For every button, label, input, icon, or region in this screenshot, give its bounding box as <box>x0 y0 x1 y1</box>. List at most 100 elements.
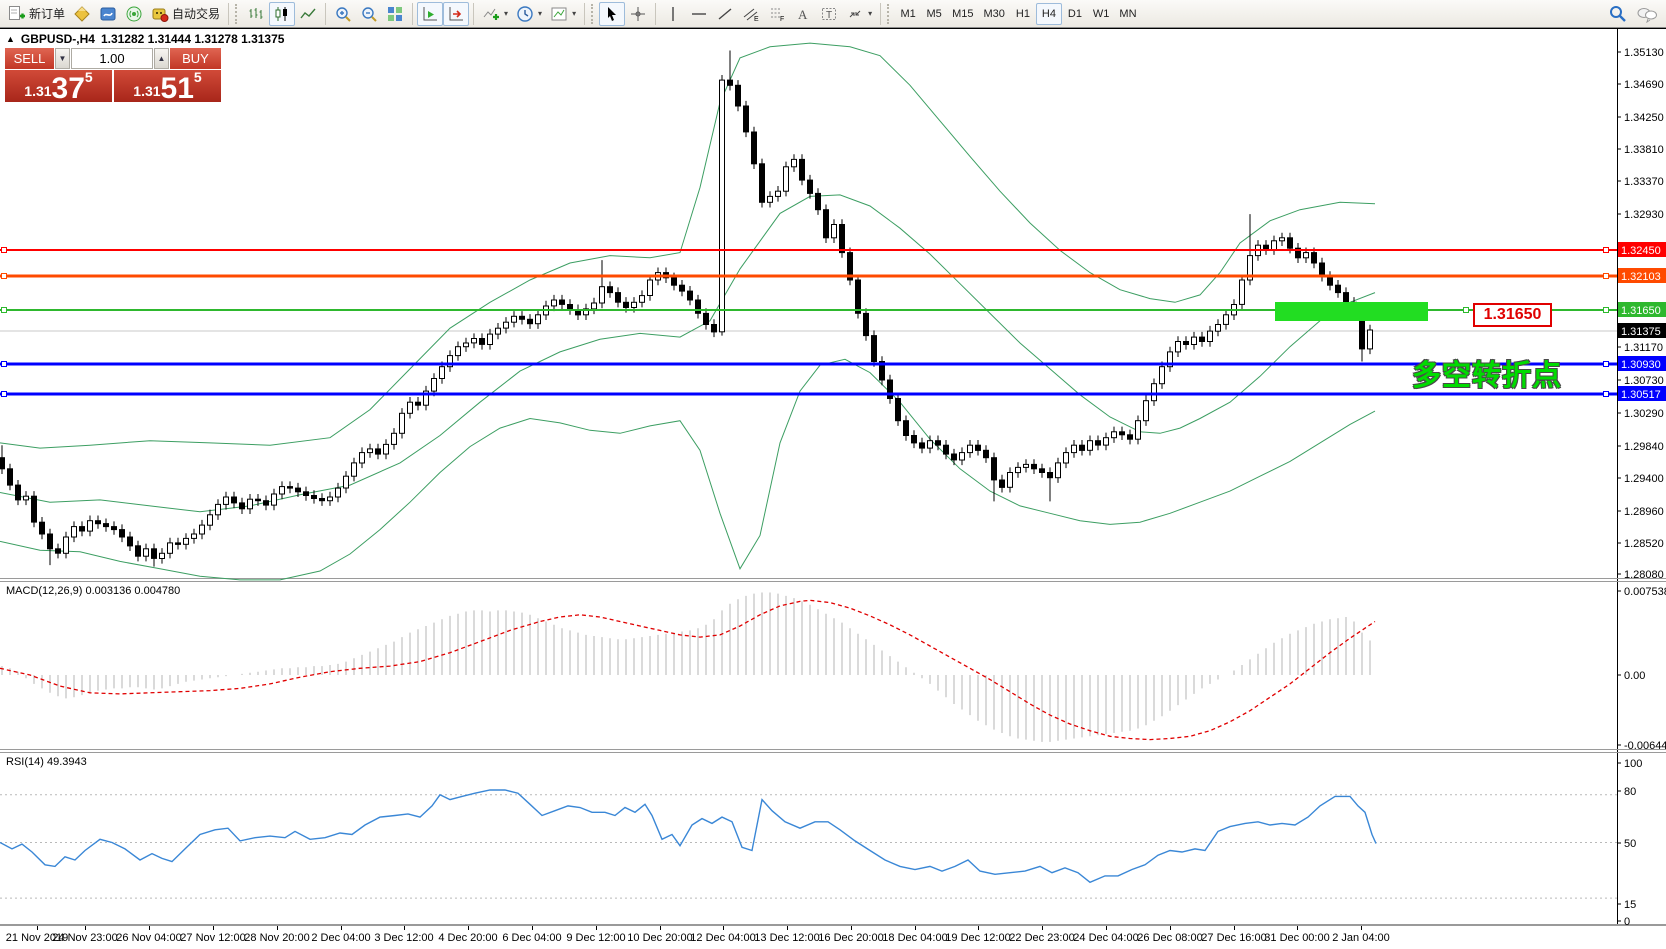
broadcast-button[interactable] <box>121 2 147 26</box>
zoom-out-icon <box>360 5 378 23</box>
signals-button[interactable] <box>95 2 121 26</box>
timeframe-d1-button[interactable]: D1 <box>1062 3 1088 25</box>
channel-button[interactable]: E <box>738 2 764 26</box>
timeframe-h1-button[interactable]: H1 <box>1010 3 1036 25</box>
time-tick <box>915 926 916 930</box>
chevron-down-icon[interactable]: ▾ <box>868 9 872 18</box>
time-tick <box>1361 926 1362 930</box>
bar-chart-button[interactable] <box>243 2 269 26</box>
green-zone-rectangle[interactable] <box>1275 302 1428 321</box>
label-button[interactable]: T <box>816 2 842 26</box>
zoom-in-button[interactable] <box>330 2 356 26</box>
buy-button[interactable]: BUY <box>170 48 221 69</box>
chart-window[interactable]: 1.351301.346901.342501.338101.333701.329… <box>0 28 1666 949</box>
chat-icon <box>1636 5 1658 23</box>
svg-text:15: 15 <box>1624 899 1636 911</box>
crosshair-button[interactable] <box>625 2 651 26</box>
candles-icon <box>273 5 291 23</box>
bollinger-bands <box>0 43 1375 580</box>
cursor-button[interactable] <box>599 2 625 26</box>
text-a-icon: A <box>794 5 812 23</box>
fibo-button[interactable]: F <box>764 2 790 26</box>
time-tick <box>468 926 469 930</box>
macd-panel[interactable]: 0.0075380.00-0.006446 <box>0 586 1666 752</box>
toolbar-drag-handle[interactable] <box>591 4 594 24</box>
time-label: 24 Dec 04:00 <box>1073 932 1138 944</box>
indicators-button[interactable]: ▾ <box>478 2 512 26</box>
collapse-trade-panel-icon[interactable]: ▲ <box>6 34 15 44</box>
volume-input[interactable]: 1.00 <box>71 48 153 69</box>
price-annotation-label[interactable]: 1.31650 <box>1473 303 1552 327</box>
shapes-icon <box>846 5 864 23</box>
toolbar-drag-handle[interactable] <box>887 4 890 24</box>
chevron-down-icon[interactable]: ▾ <box>538 9 542 18</box>
autoscroll-button[interactable] <box>417 2 443 26</box>
toolbar-drag-handle[interactable] <box>235 4 238 24</box>
timeframe-w1-button[interactable]: W1 <box>1088 3 1115 25</box>
chevron-down-icon[interactable]: ▾ <box>504 9 508 18</box>
timeframe-m15-button[interactable]: M15 <box>947 3 978 25</box>
time-axis[interactable]: 21 Nov 201924 Nov 23:0026 Nov 04:0027 No… <box>0 926 1666 949</box>
price-axis[interactable]: 1.351301.346901.342501.338101.333701.329… <box>1617 47 1666 581</box>
zoom-out-button[interactable] <box>356 2 382 26</box>
shift-icon <box>447 5 465 23</box>
sell-button[interactable]: SELL <box>5 48 54 69</box>
toolbar-separator <box>473 3 474 25</box>
time-label: 12 Dec 04:00 <box>690 932 755 944</box>
time-label: 2 Dec 04:00 <box>311 932 370 944</box>
line-chart-button[interactable] <box>295 2 321 26</box>
shapes-button[interactable]: ▾ <box>842 2 876 26</box>
search-button[interactable] <box>1604 2 1632 26</box>
buy-price-button[interactable]: 1.31 51 5 <box>114 70 221 102</box>
timeframe-mn-button[interactable]: MN <box>1114 3 1141 25</box>
line-icon <box>299 5 317 23</box>
autotrade-button[interactable]: 自动交易 <box>147 2 224 26</box>
periods-button[interactable]: ▾ <box>512 2 546 26</box>
new-order-button[interactable]: 新订单 <box>4 2 69 26</box>
market-button[interactable] <box>69 2 95 26</box>
svg-text:1.28520: 1.28520 <box>1624 538 1664 550</box>
ohlc-values-label: 1.31282 1.31444 1.31278 1.31375 <box>101 32 285 46</box>
hline-1.30517[interactable] <box>0 392 1617 397</box>
hline-1.3093[interactable] <box>0 362 1617 367</box>
search-icon <box>1608 4 1628 24</box>
vline-button[interactable] <box>660 2 686 26</box>
svg-text:1.33810: 1.33810 <box>1624 144 1664 156</box>
tile-windows-button[interactable] <box>382 2 408 26</box>
candlesticks <box>0 51 1373 567</box>
chat-button[interactable] <box>1632 2 1662 26</box>
sell-price-button[interactable]: 1.31 37 5 <box>5 70 112 102</box>
timeframe-m30-button[interactable]: M30 <box>979 3 1010 25</box>
trendline-button[interactable] <box>712 2 738 26</box>
svg-text:100: 100 <box>1624 758 1642 770</box>
time-tick <box>1106 926 1107 930</box>
autoscroll-icon <box>421 5 439 23</box>
buy-price-main: 51 <box>161 76 194 102</box>
chevron-down-icon[interactable]: ▾ <box>572 9 576 18</box>
chart-title: ▲ GBPUSD-,H4 1.31282 1.31444 1.31278 1.3… <box>6 32 284 46</box>
templates-button[interactable]: ▾ <box>546 2 580 26</box>
text-t-icon: T <box>820 5 838 23</box>
timeframe-h4-button[interactable]: H4 <box>1036 3 1062 25</box>
timeframe-m5-button[interactable]: M5 <box>921 3 947 25</box>
vline-icon <box>664 5 682 23</box>
text-button[interactable]: A <box>790 2 816 26</box>
rsi-panel[interactable]: 1008050150 <box>0 758 1642 928</box>
time-tick <box>404 926 405 930</box>
volume-increase-button[interactable]: ▲ <box>154 48 169 69</box>
time-label: 22 Dec 23:00 <box>1009 932 1074 944</box>
chinese-note-text[interactable]: 多空转折点 <box>1412 352 1562 394</box>
candle-chart-button[interactable] <box>269 2 295 26</box>
hline-button[interactable] <box>686 2 712 26</box>
timeframe-m1-button[interactable]: M1 <box>895 3 921 25</box>
hline-1.3245[interactable] <box>0 248 1617 253</box>
svg-text:1.32450: 1.32450 <box>1621 245 1661 257</box>
chart-shift-button[interactable] <box>443 2 469 26</box>
toolbar-separator <box>880 3 881 25</box>
volume-decrease-button[interactable]: ▼ <box>55 48 70 69</box>
svg-text:1.29840: 1.29840 <box>1624 441 1664 453</box>
svg-text:1.30290: 1.30290 <box>1624 408 1664 420</box>
hline-1.32103[interactable] <box>0 274 1617 279</box>
svg-text:50: 50 <box>1624 838 1636 850</box>
price-chart-canvas[interactable]: 1.351301.346901.342501.338101.333701.329… <box>0 28 1666 949</box>
